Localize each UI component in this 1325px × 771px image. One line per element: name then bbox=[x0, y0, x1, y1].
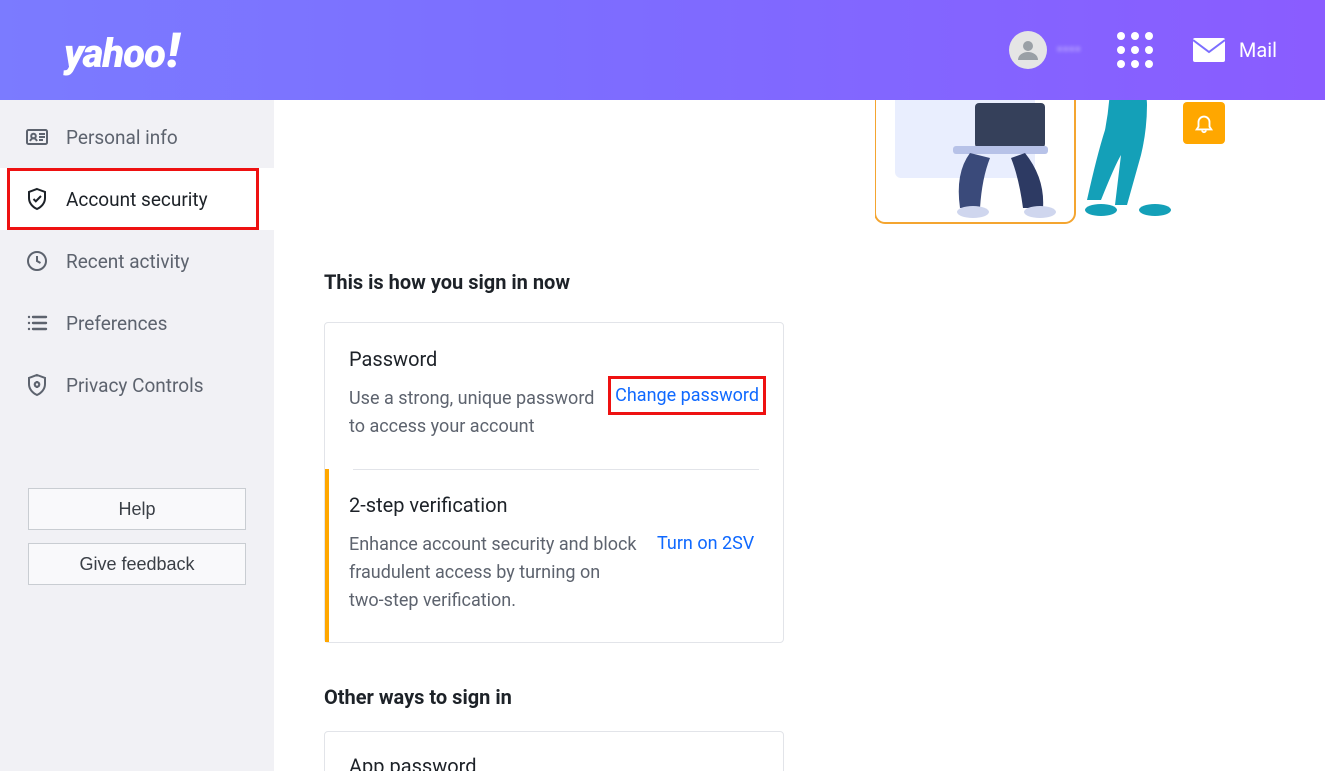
mail-label: Mail bbox=[1239, 38, 1277, 62]
sidebar-item-label: Personal info bbox=[66, 126, 178, 149]
sidebar-item-label: Preferences bbox=[66, 312, 167, 335]
twosv-desc: Enhance account security and block fraud… bbox=[349, 531, 639, 615]
turn-on-2sv-link[interactable]: Turn on 2SV bbox=[657, 531, 754, 554]
sidebar-item-personal-info[interactable]: Personal info bbox=[0, 106, 274, 168]
password-desc: Use a strong, unique password to access … bbox=[349, 385, 597, 441]
help-button[interactable]: Help bbox=[28, 488, 246, 530]
person-icon bbox=[1016, 38, 1040, 62]
user-name[interactable]: •••• bbox=[1057, 40, 1081, 61]
logo-bang: ! bbox=[165, 22, 179, 79]
sidebar-item-privacy-controls[interactable]: Privacy Controls bbox=[0, 354, 274, 416]
logo-text: yahoo bbox=[64, 30, 165, 77]
give-feedback-button[interactable]: Give feedback bbox=[28, 543, 246, 585]
password-title: Password bbox=[349, 347, 759, 371]
hero-illustration bbox=[875, 100, 1295, 318]
twosv-title: 2-step verification bbox=[349, 493, 759, 517]
sidebar-item-account-security[interactable]: Account security bbox=[0, 168, 274, 230]
clock-icon bbox=[24, 249, 50, 273]
apps-grid-icon[interactable] bbox=[1117, 32, 1153, 68]
sidebar-item-label: Privacy Controls bbox=[66, 374, 204, 397]
sidebar-item-recent-activity[interactable]: Recent activity bbox=[0, 230, 274, 292]
main-content: This is how you sign in now Password Use… bbox=[274, 100, 1325, 771]
signin-card: Password Use a strong, unique password t… bbox=[324, 322, 784, 643]
sidebar-item-label: Account security bbox=[66, 188, 208, 211]
id-card-icon bbox=[24, 125, 50, 149]
sidebar-item-preferences[interactable]: Preferences bbox=[0, 292, 274, 354]
sidebar: Personal info Account security Recent ac… bbox=[0, 100, 274, 771]
shield-check-icon bbox=[24, 187, 50, 211]
change-password-link[interactable]: Change password bbox=[615, 383, 759, 406]
twosv-row: 2-step verification Enhance account secu… bbox=[325, 469, 783, 643]
password-row: Password Use a strong, unique password t… bbox=[325, 323, 783, 469]
mail-icon bbox=[1193, 38, 1225, 62]
shield-gear-icon bbox=[24, 373, 50, 397]
other-ways-heading: Other ways to sign in bbox=[324, 685, 1325, 709]
avatar[interactable] bbox=[1009, 31, 1047, 69]
yahoo-logo[interactable]: yahoo! bbox=[64, 22, 179, 79]
mail-link[interactable]: Mail bbox=[1193, 38, 1277, 62]
app-password-title: App password bbox=[349, 754, 759, 771]
header: yahoo! •••• Mail bbox=[0, 0, 1325, 100]
list-icon bbox=[24, 311, 50, 335]
app-password-card: App password bbox=[324, 731, 784, 771]
bell-icon bbox=[1183, 102, 1225, 144]
sidebar-item-label: Recent activity bbox=[66, 250, 189, 273]
